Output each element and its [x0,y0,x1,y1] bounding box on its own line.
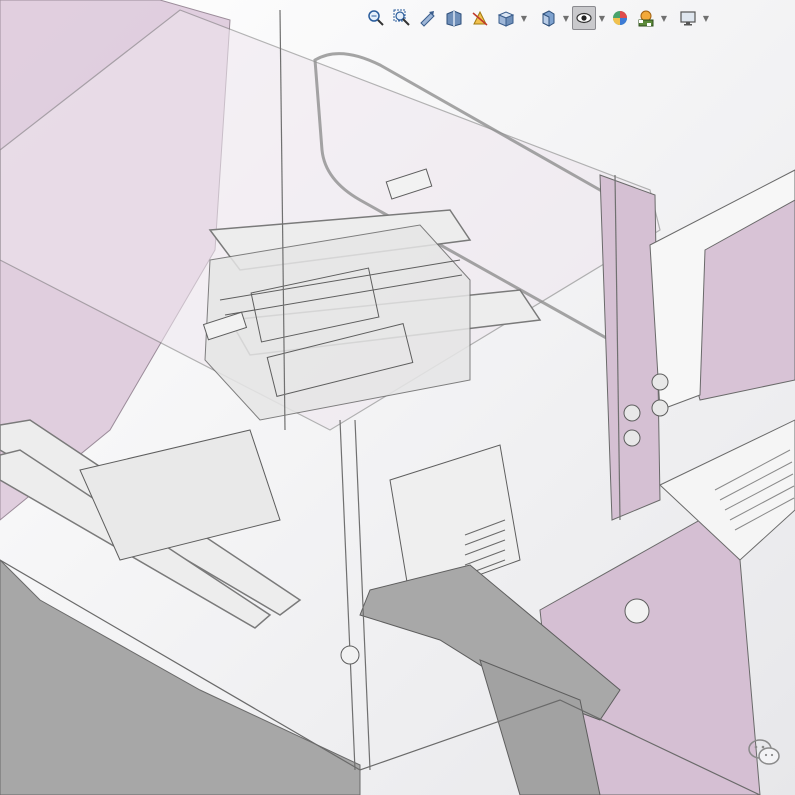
zoom-to-area-icon [393,9,410,26]
dynamic-annotation-button[interactable] [468,6,492,30]
view-orientation-dropdown-caret[interactable]: ▼ [520,6,528,30]
zoom-to-fit-icon [368,10,384,26]
apply-scene-dropdown-caret[interactable]: ▼ [660,6,668,30]
zoom-to-area-button[interactable] [390,6,414,30]
hide-show-items-button[interactable] [572,6,596,30]
eye-icon [576,12,592,24]
wechat-logo-icon [748,739,780,765]
edit-appearance-icon [613,11,627,25]
edit-appearance-button[interactable] [608,6,632,30]
section-view-button[interactable] [442,6,466,30]
heads-up-view-toolbar: ▼ ▼ ▼ ▼ ▼ [364,4,710,32]
chevron-down-icon: ▼ [520,13,528,23]
monitor-icon [680,11,696,26]
apply-scene-icon [638,10,654,27]
chevron-down-icon: ▼ [660,13,668,23]
hide-show-items-dropdown-caret[interactable]: ▼ [598,6,606,30]
view-settings-dropdown-caret[interactable]: ▼ [702,6,710,30]
section-view-icon [446,10,462,27]
previous-view-button[interactable] [416,6,440,30]
view-orientation-button[interactable] [494,6,518,30]
view-settings-button[interactable] [676,6,700,30]
chevron-down-icon: ▼ [598,13,606,23]
cad-app-window: ▼ ▼ ▼ ▼ ▼ [0,0,795,795]
previous-view-icon [420,11,435,27]
zoom-to-fit-button[interactable] [364,6,388,30]
chevron-down-icon: ▼ [562,13,570,23]
view-orientation-icon [497,11,515,27]
apply-scene-button[interactable] [634,6,658,30]
display-style-dropdown-caret[interactable]: ▼ [562,6,570,30]
display-style-button[interactable] [536,6,560,30]
model-viewport[interactable] [0,0,795,795]
dynamic-annotation-icon [472,10,488,26]
chevron-down-icon: ▼ [702,13,710,23]
display-style-icon [542,10,555,27]
